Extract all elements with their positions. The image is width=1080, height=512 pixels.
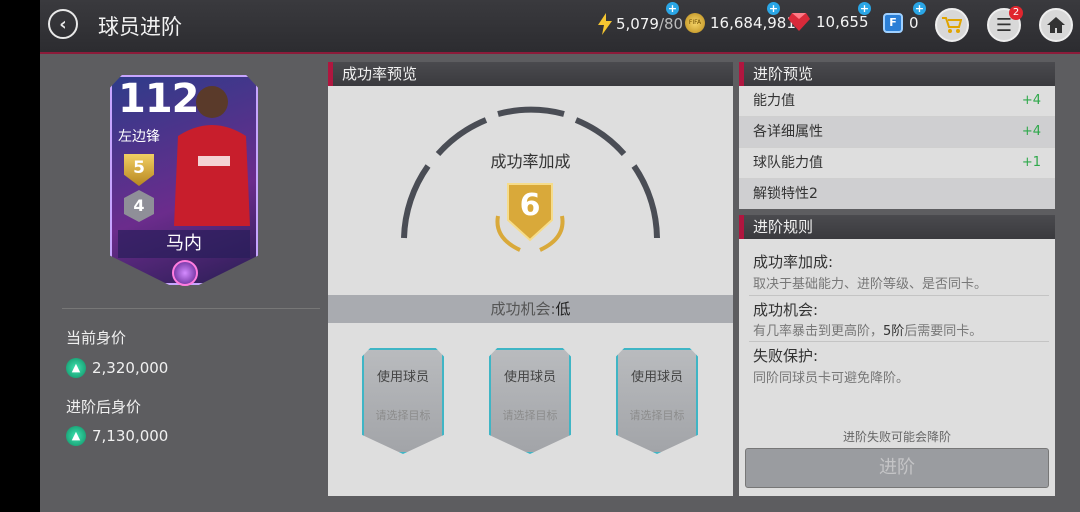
energy-max: /80	[658, 15, 684, 33]
preview-row: 能力值 +4	[739, 86, 1055, 117]
after-value-label: 进阶后身价	[66, 398, 142, 416]
add-fifa-points-button[interactable]: +	[913, 2, 926, 15]
bonus-shield-icon: 6	[490, 180, 570, 252]
bonus-label: 成功率加成	[490, 152, 571, 171]
success-chance: 成功机会:低	[328, 295, 733, 323]
preview-value: +4	[1021, 124, 1041, 139]
success-rate-title: 成功率预览	[328, 62, 733, 86]
preview-label: 能力值	[753, 93, 795, 109]
current-value-label: 当前身价	[66, 329, 127, 347]
slot-title: 使用球员	[376, 370, 429, 385]
material-slot-2[interactable]: 使用球员 请选择目标	[489, 348, 571, 454]
gems-value: 10,655	[816, 13, 869, 31]
advance-rules-title: 进阶规则	[739, 215, 1055, 239]
after-value: ▲ 7,130,000	[66, 426, 168, 446]
rule-title: 成功率加成:	[753, 253, 834, 271]
add-coins-button[interactable]: +	[767, 2, 780, 15]
coins-value: 16,684,981	[710, 14, 796, 32]
notification-badge: 2	[1009, 6, 1023, 20]
preview-label: 各详细属性	[753, 124, 823, 140]
player-name: 马内	[118, 230, 250, 258]
bonus-value: 6	[519, 188, 541, 223]
energy-value: 5,079	[616, 15, 659, 33]
rule-text: 同阶同球员卡可避免降阶。	[753, 371, 910, 386]
slot-title: 使用球员	[630, 370, 683, 385]
rule-text: 有几率暴击到更高阶，5阶后需要同卡。	[753, 320, 982, 339]
rule-title: 成功机会:	[753, 301, 819, 319]
preview-label: 球队能力值	[753, 155, 823, 171]
slot-hint: 请选择目标	[629, 409, 685, 422]
preview-row: 解锁特性2	[739, 179, 1055, 209]
chance-value: 低	[555, 300, 571, 318]
tasks-button[interactable]: ☰ 2	[987, 6, 1023, 42]
preview-row: 各详细属性 +4	[739, 117, 1055, 148]
slot-hint: 请选择目标	[502, 409, 558, 422]
fifa-points-icon: F	[883, 13, 903, 33]
advance-button[interactable]: 进阶	[745, 448, 1049, 488]
home-icon	[1047, 17, 1065, 33]
home-button[interactable]	[1039, 8, 1073, 42]
gem-icon	[788, 13, 810, 31]
back-button[interactable]: ‹	[48, 9, 78, 39]
fifa-points-value: 0	[909, 14, 919, 32]
rule-title: 失败保护:	[753, 347, 819, 365]
preview-row: 球队能力值 +1	[739, 148, 1055, 179]
gems-counter[interactable]: 10,655 +	[788, 2, 871, 31]
cart-icon	[942, 17, 962, 33]
rule-text-part: 后需要同卡。	[904, 324, 983, 339]
preview-value: +1	[1021, 155, 1041, 170]
add-energy-button[interactable]: +	[666, 2, 679, 15]
material-slot-1[interactable]: 使用球员 请选择目标	[362, 348, 444, 454]
divider	[749, 341, 1049, 342]
lightning-icon	[598, 13, 612, 35]
system-left-bar	[0, 0, 40, 512]
add-gems-button[interactable]: +	[858, 2, 871, 15]
rule-text: 取决于基础能力、进阶等级、是否同卡。	[753, 277, 988, 292]
success-rate-panel: 成功率预览 成功率加成 6 成功机会:低 使用球员 请选择目标 使用球员 请选择…	[328, 62, 733, 496]
page-title: 球员进阶	[98, 15, 182, 39]
energy-counter[interactable]: 5,079/80 +	[598, 2, 684, 35]
failure-warning: 进阶失败可能会降阶	[842, 430, 951, 444]
shirt-icon: ▲	[66, 426, 86, 446]
preview-value: +4	[1021, 93, 1041, 108]
current-value: ▲ 2,320,000	[66, 358, 168, 378]
coins-counter[interactable]: FIFA 16,684,981 +	[685, 2, 796, 33]
chance-label: 成功机会:	[490, 300, 556, 318]
checklist-icon: ☰	[995, 14, 1013, 36]
divider	[62, 308, 320, 309]
divider	[749, 295, 1049, 296]
coin-icon: FIFA	[685, 13, 705, 33]
after-value-amount: 7,130,000	[92, 427, 169, 445]
ball-icon	[172, 260, 198, 286]
shop-button[interactable]	[935, 8, 969, 42]
player-position: 左边锋	[118, 129, 160, 145]
material-slot-3[interactable]: 使用球员 请选择目标	[616, 348, 698, 454]
slot-hint: 请选择目标	[375, 409, 431, 422]
advance-rules-panel: 进阶规则 成功率加成: 取决于基础能力、进阶等级、是否同卡。 成功机会: 有几率…	[739, 215, 1055, 496]
preview-label: 解锁特性2	[753, 186, 818, 202]
top-bar: ‹ 球员进阶 5,079/80 + FIFA 16,684,981 + 10,6…	[40, 0, 1080, 54]
rule-text-highlight: 5阶	[883, 324, 905, 339]
current-value-amount: 2,320,000	[92, 359, 169, 377]
chevron-left-icon: ‹	[59, 13, 67, 35]
player-rating: 112	[118, 76, 199, 122]
rule-text-part: 有几率暴击到更高阶，	[753, 324, 884, 339]
player-card[interactable]: 112 左边锋 5 4 马内	[80, 70, 290, 300]
advance-preview-panel: 进阶预览 能力值 +4 各详细属性 +4 球队能力值 +1 解锁特性2	[739, 62, 1055, 209]
fifa-points-counter[interactable]: F 0 +	[883, 2, 926, 33]
advance-preview-title: 进阶预览	[739, 62, 1055, 86]
slot-title: 使用球员	[503, 370, 556, 385]
shirt-icon: ▲	[66, 358, 86, 378]
